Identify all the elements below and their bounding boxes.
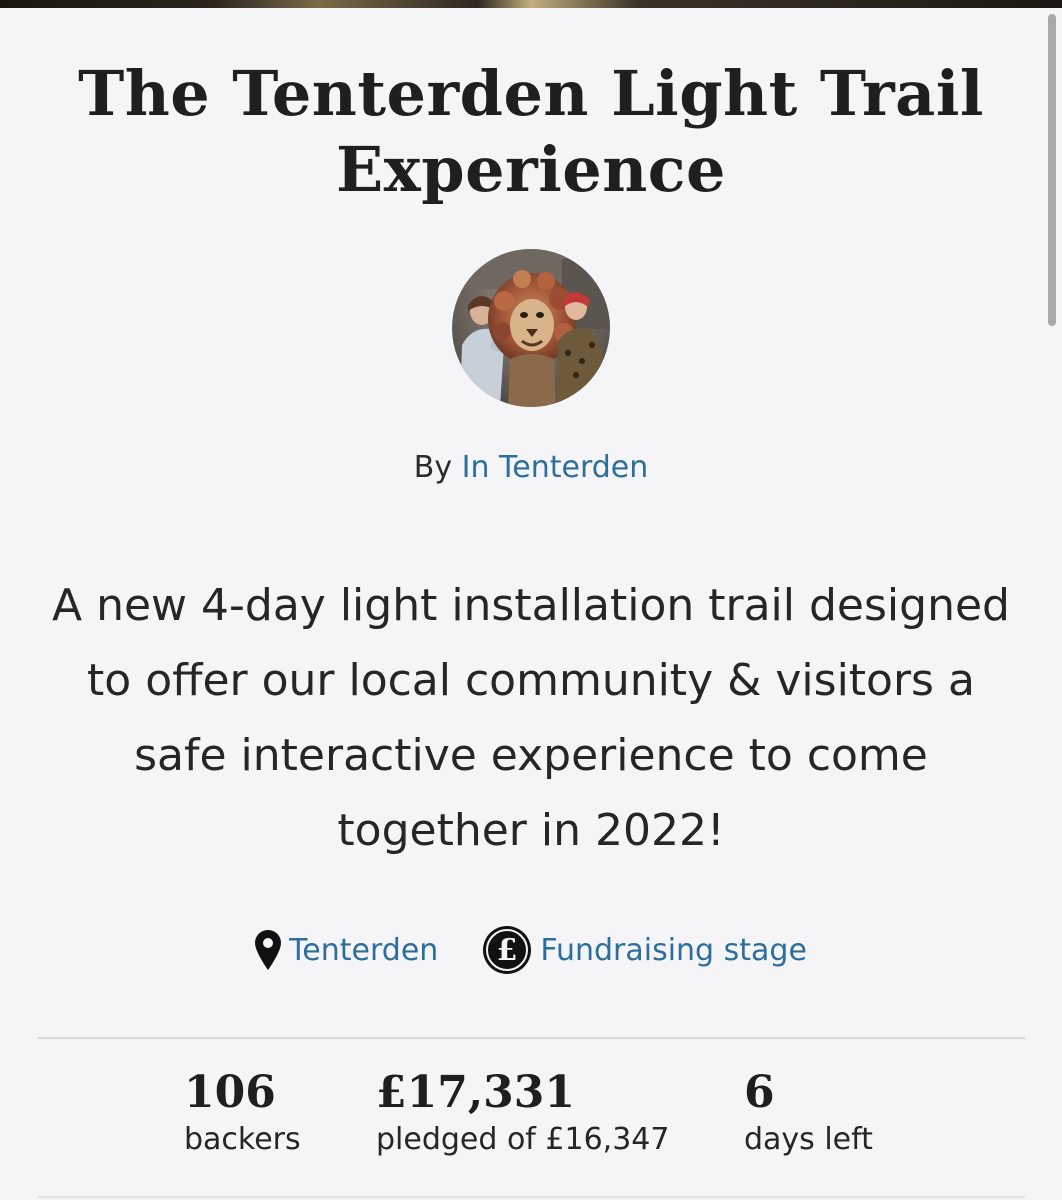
- pound-circle-icon: £: [482, 925, 532, 975]
- pledged-label: pledged of £16,347: [376, 1122, 670, 1157]
- project-page: The Tenterden Light Trail Experience By …: [0, 0, 1062, 1200]
- bottom-divider: [38, 1196, 1025, 1198]
- backers-count: 106: [184, 1067, 276, 1118]
- scrollbar[interactable]: [1048, 14, 1056, 326]
- hero-image-strip: [0, 0, 1062, 8]
- days-left-count: 6: [744, 1067, 775, 1118]
- creator-link[interactable]: In Tenterden: [462, 450, 649, 485]
- svg-text:£: £: [497, 933, 518, 968]
- avatar-photo: [452, 249, 610, 407]
- stat-days-left: 6 days left: [744, 1066, 873, 1160]
- creator-avatar[interactable]: [452, 249, 610, 407]
- stat-pledged: £17,331 pledged of £16,347: [376, 1066, 669, 1160]
- project-title: The Tenterden Light Trail Experience: [78, 57, 984, 206]
- location-label: Tenterden: [289, 932, 439, 968]
- project-meta: Tenterden £ Fundraising stage: [0, 926, 1062, 974]
- byline-prefix: By: [413, 450, 453, 485]
- project-blurb: A new 4-day light installation trail des…: [52, 580, 1010, 856]
- pledged-amount: £17,331: [376, 1067, 576, 1118]
- stage-label: Fundraising stage: [540, 932, 807, 968]
- byline: By In Tenterden: [0, 448, 1062, 488]
- location-link[interactable]: Tenterden: [255, 930, 438, 970]
- stage-link[interactable]: £ Fundraising stage: [482, 925, 807, 975]
- divider: [38, 1037, 1025, 1039]
- days-left-label: days left: [744, 1122, 873, 1157]
- stat-backers: 106 backers: [184, 1066, 301, 1160]
- backers-label: backers: [184, 1122, 301, 1157]
- map-pin-icon: [255, 930, 282, 970]
